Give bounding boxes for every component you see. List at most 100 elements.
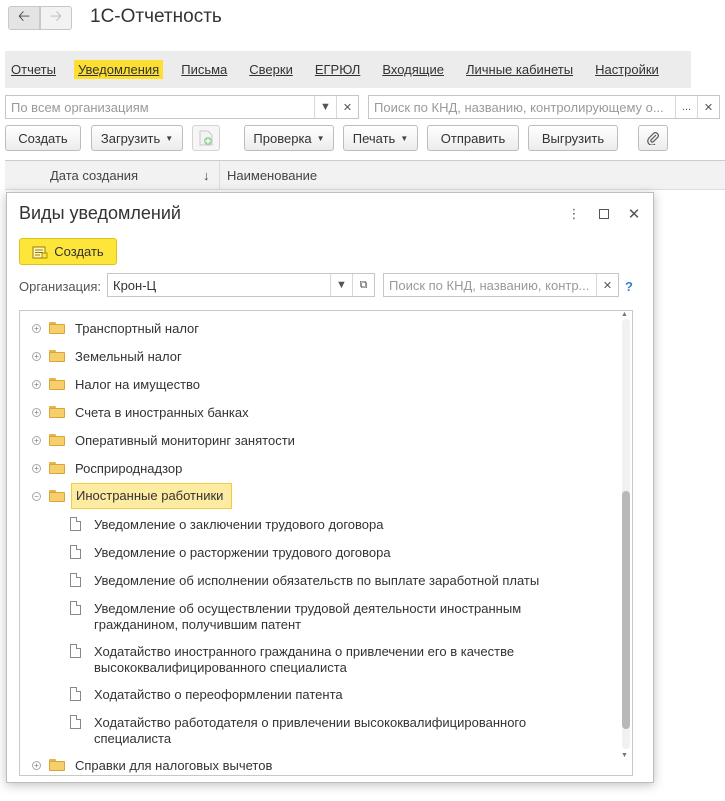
chevron-down-icon: ▼ [165,133,174,143]
search-clear-button[interactable]: ✕ [697,96,719,118]
scrollbar-thumb[interactable] [622,491,630,729]
folder-icon [49,350,65,362]
tree-doc-label: Уведомление о заключении трудового догов… [94,517,384,532]
menu-item-reports[interactable]: Отчеты [11,60,56,79]
clear-button[interactable]: ✕ [336,96,358,118]
dialog-search-placeholder: Поиск по КНД, названию, контр... [389,278,590,293]
back-button[interactable]: 🡠 [8,6,40,30]
notification-types-dialog: Виды уведомлений ⋮ ✕ Создать Организация… [6,192,654,783]
folder-icon [49,759,65,771]
load-button[interactable]: Загрузить ▼ [91,125,183,151]
open-icon: ⧉ [359,278,368,291]
help-icon[interactable]: ? [625,279,633,294]
more-actions-icon[interactable]: ⋮ [565,205,583,223]
sort-indicator: ↓ [203,168,210,183]
tree-doc-label-line2: высококвалифицированного специалиста [94,660,347,675]
app-title: 1С-Отчетность [90,6,222,27]
dialog-create-button[interactable]: Создать [19,238,117,265]
folder-icon [49,378,65,390]
maximize-icon[interactable] [595,205,613,223]
tree-folder-label: Справки для налоговых вычетов [75,758,273,773]
document-icon [70,715,81,729]
folder-icon [49,322,65,334]
document-icon [70,573,81,587]
organization-field[interactable]: Крон-Ц ▼ ⧉ [107,273,375,297]
organization-filter[interactable]: По всем организациям ▼ ✕ [5,95,359,119]
menu-item-incoming[interactable]: Входящие [382,60,444,79]
menu-item-notifications[interactable]: Уведомления [73,60,164,79]
add-file-icon [199,130,213,146]
dialog-title: Виды уведомлений [19,203,181,223]
scroll-down-icon[interactable]: ▼ [621,752,628,759]
check-button-label: Проверка [253,130,312,146]
print-button[interactable]: Печать ▼ [343,125,418,151]
add-file-button[interactable] [192,125,220,151]
chevron-down-icon: ▼ [400,133,409,143]
document-icon [70,517,81,531]
expand-icon[interactable]: + [32,380,41,389]
menu-item-settings[interactable]: Настройки [595,60,659,79]
dialog-search-clear-button[interactable]: ✕ [596,274,618,296]
document-icon [70,601,81,615]
dialog-search-input[interactable]: Поиск по КНД, названию, контр... ✕ [383,273,619,297]
load-button-label: Загрузить [100,130,161,146]
expand-icon[interactable]: + [32,436,41,445]
expand-icon[interactable]: + [32,352,41,361]
chevron-down-icon: ▼ [320,101,331,113]
create-button-label: Создать [18,130,68,146]
tree-folder-label: Росприроднадзор [75,461,183,476]
organization-filter-placeholder: По всем организациям [11,100,149,115]
tree-folder-label: Оперативный мониторинг занятости [75,433,295,448]
send-button-label: Отправить [440,130,506,146]
organization-open-button[interactable]: ⧉ [352,274,374,296]
create-document-icon [32,246,48,258]
scroll-up-icon[interactable]: ▲ [621,311,628,318]
create-button[interactable]: Создать [5,125,81,151]
tree-doc-label-line2: гражданином, получившим патент [94,617,302,632]
document-icon [70,545,81,559]
menu-item-personal-accounts[interactable]: Личные кабинеты [466,60,573,79]
column-date[interactable]: Дата создания [50,168,138,183]
organization-dropdown-button[interactable]: ▼ [330,274,352,296]
tree-folder-label: Счета в иностранных банках [75,405,249,420]
send-button[interactable]: Отправить [427,125,519,151]
folder-icon [49,434,65,446]
close-icon[interactable]: ✕ [625,205,643,223]
tree-folder-label: Налог на имущество [75,377,201,392]
dialog-create-label: Создать [54,244,104,259]
search-more-button[interactable]: ... [675,96,697,118]
tree-doc-label-line1: Ходатайство работодателя о привлечении в… [94,715,527,730]
menu-item-reconciliations[interactable]: Сверки [249,60,293,79]
search-input[interactable]: Поиск по КНД, названию, контролирующему … [368,95,720,119]
organization-label: Организация: [19,279,102,294]
forward-button[interactable]: 🡢 [40,6,72,30]
arrow-right-icon: 🡢 [49,7,63,25]
section-menu: Отчеты Уведомления Письма Сверки ЕГРЮЛ В… [5,51,691,88]
tree-folder-label: Земельный налог [75,349,182,364]
chevron-down-icon: ▼ [336,279,347,291]
organization-value: Крон-Ц [113,278,157,293]
collapse-icon[interactable]: − [32,492,41,501]
print-button-label: Печать [352,130,396,146]
menu-item-egrul[interactable]: ЕГРЮЛ [315,60,360,79]
expand-icon[interactable]: + [32,464,41,473]
expand-icon[interactable]: + [32,761,41,770]
column-name[interactable]: Наименование [227,168,317,183]
dropdown-button[interactable]: ▼ [314,96,336,118]
attach-button[interactable] [638,125,668,151]
table-header: Дата создания ↓ Наименование [5,160,725,190]
check-button[interactable]: Проверка ▼ [244,125,334,151]
tree-doc-label-line1: Ходатайство иностранного гражданина о пр… [94,644,515,659]
export-button[interactable]: Выгрузить [528,125,618,151]
paperclip-icon [647,132,659,145]
tree-doc-label: Ходатайство о переоформлении патента [94,687,343,702]
menu-item-letters[interactable]: Письма [181,60,227,79]
expand-icon[interactable]: + [32,408,41,417]
export-button-label: Выгрузить [541,130,605,146]
search-placeholder: Поиск по КНД, названию, контролирующему … [374,100,664,115]
close-icon: ✕ [342,101,353,114]
document-icon [70,644,81,658]
expand-icon[interactable]: + [32,324,41,333]
close-icon: ✕ [602,279,613,292]
more-icon: ... [681,101,692,113]
